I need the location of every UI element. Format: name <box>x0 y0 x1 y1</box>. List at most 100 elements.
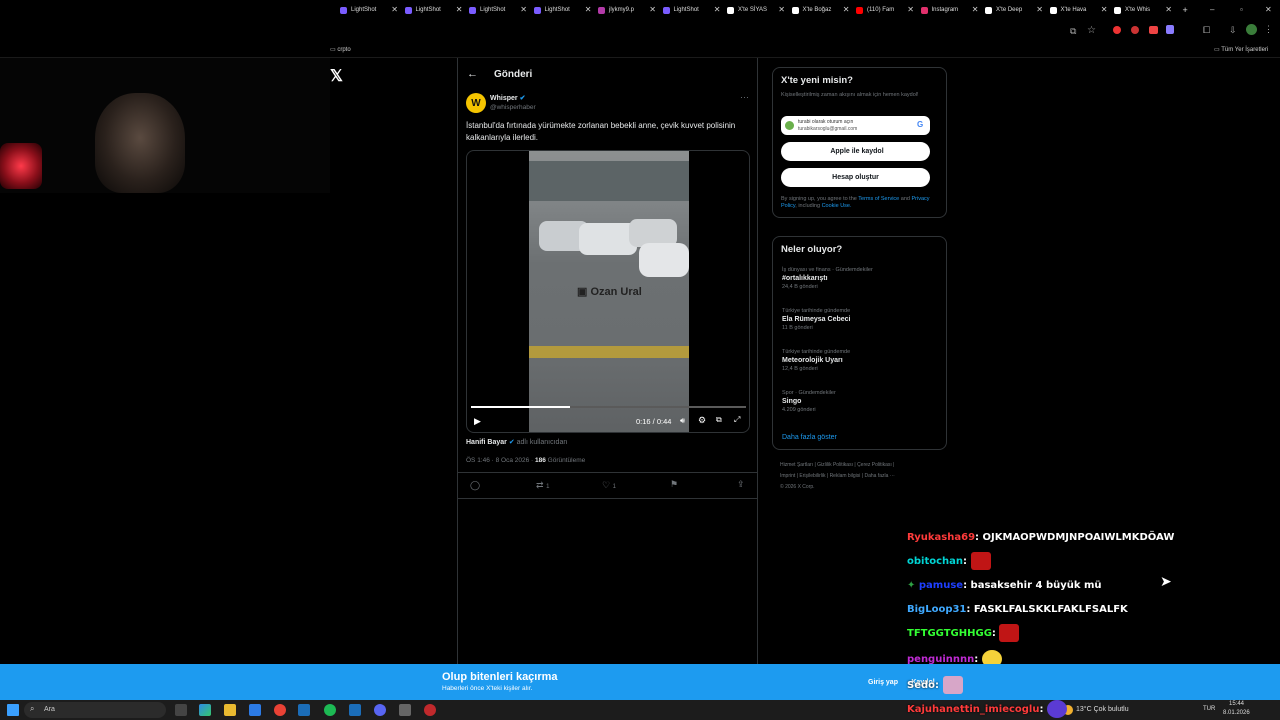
settings-gear-icon[interactable]: ⚙ <box>698 415 706 426</box>
like-button[interactable]: ♡ 1 <box>602 480 616 491</box>
clock-time[interactable]: 15:44 <box>1229 701 1244 707</box>
tab-close-icon[interactable]: ✕ <box>907 5 914 14</box>
windows-start-icon[interactable] <box>7 704 19 716</box>
browser-tab[interactable]: LightShot ✕ <box>533 3 592 17</box>
trend-item[interactable]: İş dünyası ve finans · Gündemdekiler #ort… <box>782 267 873 290</box>
tab-close-icon[interactable]: ✕ <box>1101 5 1108 14</box>
extension-icon[interactable] <box>1131 26 1139 34</box>
steam-icon[interactable] <box>298 704 310 716</box>
language-indicator[interactable]: TUR <box>1203 706 1215 712</box>
footer-link[interactable]: Reklam bilgisi <box>830 473 861 479</box>
new-tab-button[interactable]: + <box>1183 3 1188 17</box>
author-handle[interactable]: @whisperhaber <box>490 104 536 111</box>
clock-date[interactable]: 8.01.2026 <box>1223 710 1250 716</box>
bookmark-star-icon[interactable]: ☆ <box>1087 25 1096 36</box>
author-name[interactable]: Whisper ✔ <box>490 94 525 102</box>
create-account-button[interactable]: Hesap oluştur <box>781 168 930 187</box>
terms-link[interactable]: Terms of Service <box>858 196 899 202</box>
footer-link[interactable]: Çerez Politikası <box>857 462 892 468</box>
browser-tab[interactable]: X'te Deep ✕ <box>985 3 1043 17</box>
retweet-icon: ⇄ <box>536 480 544 490</box>
tab-close-icon[interactable]: ✕ <box>843 5 850 14</box>
video-player[interactable]: ▣ Ozan Ural ▶ 0:16 / 0:44 🔊︎ ⚙ ⧉ ⤢ <box>466 150 750 433</box>
extension-icon[interactable] <box>1166 25 1174 34</box>
trend-item[interactable]: Spor · Gündemdekiler Singo 4.209 gönderi <box>782 390 836 413</box>
discord-icon[interactable] <box>374 704 386 716</box>
bookmark-icon[interactable]: ⚑ <box>670 479 678 490</box>
x-logo-icon[interactable]: 𝕏 <box>330 66 346 85</box>
profile-avatar[interactable] <box>1246 24 1257 35</box>
browser-tab[interactable]: Instagram ✕ <box>920 3 979 17</box>
tab-close-icon[interactable]: ✕ <box>520 5 527 14</box>
tab-close-icon[interactable]: ✕ <box>778 5 785 14</box>
fullscreen-icon[interactable]: ⤢ <box>734 415 740 425</box>
reply-icon[interactable]: ◯ <box>470 480 480 491</box>
share-icon[interactable]: ⇪ <box>737 479 745 490</box>
footer-link[interactable]: Hizmet Şartları <box>780 462 813 468</box>
trend-item[interactable]: Türkiye tarihinde gündemde Meteorolojik U… <box>782 349 850 372</box>
google-signin-button[interactable]: turabi olarak oturum açın turabikarsoglu… <box>781 116 930 135</box>
minimize-icon[interactable]: – <box>1210 5 1214 14</box>
weather-text[interactable]: 13°C Çok bulutlu <box>1076 706 1129 713</box>
close-window-icon[interactable]: ✕ <box>1265 5 1272 14</box>
browser-tab[interactable]: LightShot ✕ <box>404 3 463 17</box>
obs-icon[interactable] <box>424 704 436 716</box>
extensions-puzzle-icon[interactable]: ⧠ <box>1203 25 1210 36</box>
tab-close-icon[interactable]: ✕ <box>1165 5 1172 14</box>
tab-close-icon[interactable]: ✕ <box>585 5 592 14</box>
browser-tab[interactable]: X'te Whis ✕ <box>1114 3 1172 17</box>
spotify-icon[interactable] <box>324 704 336 716</box>
bookmark-item[interactable]: ▭ crpto <box>330 46 351 53</box>
browser-tab[interactable]: (110) Fam ✕ <box>856 3 914 17</box>
more-options-icon[interactable]: ··· <box>740 92 749 102</box>
trends-title: Neler oluyor? <box>781 244 843 255</box>
taskbar-search[interactable]: ⌕ Ara <box>24 702 166 718</box>
tab-close-icon[interactable]: ✕ <box>649 5 656 14</box>
cookie-link[interactable]: Cookie Use. <box>822 203 852 209</box>
steam-icon[interactable] <box>349 704 361 716</box>
avatar[interactable]: W <box>466 93 486 113</box>
settings-icon[interactable] <box>399 704 411 716</box>
tab-label: Instagram <box>931 7 959 13</box>
footer-link[interactable]: Imprint <box>780 473 795 479</box>
tab-close-icon[interactable]: ✕ <box>972 5 979 14</box>
browser-tab[interactable]: X'te Hava ✕ <box>1049 3 1108 17</box>
emote-icon <box>970 552 991 570</box>
extension-icon[interactable] <box>1113 26 1121 34</box>
tab-close-icon[interactable]: ✕ <box>456 5 463 14</box>
tab-close-icon[interactable]: ✕ <box>1036 5 1043 14</box>
install-icon[interactable]: ⧉ <box>1070 26 1076 37</box>
pip-icon[interactable]: ⧉ <box>716 415 722 425</box>
login-button[interactable]: Giriş yap <box>864 674 902 690</box>
video-progress-track[interactable] <box>471 406 746 408</box>
back-arrow-icon[interactable]: ← <box>467 68 478 80</box>
mail-icon[interactable] <box>249 704 261 716</box>
browser-tab[interactable]: LightShot ✕ <box>469 3 527 17</box>
trend-item[interactable]: Türkiye tarihinde gündemde Ela Rümeysa Ce… <box>782 308 850 331</box>
browser-tab[interactable]: LightShot ✕ <box>340 3 398 17</box>
browser-tab[interactable]: X'te Boğaz ✕ <box>791 3 850 17</box>
apple-signup-button[interactable]: Apple ile kaydol <box>781 142 930 161</box>
footer-link[interactable]: Erişilebilirlik <box>799 473 825 479</box>
menu-icon[interactable]: ⋮ <box>1264 24 1273 35</box>
edge-icon[interactable] <box>199 704 211 716</box>
tab-close-icon[interactable]: ✕ <box>714 5 721 14</box>
show-more-link[interactable]: Daha fazla göster <box>782 434 837 441</box>
all-bookmarks[interactable]: ▭ Tüm Yer İşaretleri <box>1214 46 1268 53</box>
browser-tab[interactable]: jlykmy9.p ✕ <box>598 3 656 17</box>
downloads-icon[interactable]: ⇩ <box>1229 25 1237 36</box>
volume-icon[interactable]: 🔊︎ <box>680 416 685 426</box>
file-explorer-icon[interactable] <box>224 704 236 716</box>
task-view-icon[interactable] <box>175 704 187 716</box>
maximize-icon[interactable]: ▫ <box>1240 5 1243 14</box>
browser-tab[interactable]: LightShot ✕ <box>662 3 721 17</box>
extension-icon[interactable] <box>1149 26 1158 34</box>
footer-link[interactable]: Daha fazla ··· <box>864 473 894 479</box>
browser-tab[interactable]: X'te SİYAS ✕ <box>727 3 785 17</box>
source-attribution[interactable]: Hanifi Bayar ✔ adlı kullanıcıdan <box>466 438 567 446</box>
chrome-icon[interactable] <box>274 704 286 716</box>
play-icon[interactable]: ▶ <box>474 416 481 427</box>
tab-close-icon[interactable]: ✕ <box>391 5 398 14</box>
footer-link[interactable]: Gizlilik Politikası <box>817 462 853 468</box>
retweet-button[interactable]: ⇄ 1 <box>536 480 549 491</box>
